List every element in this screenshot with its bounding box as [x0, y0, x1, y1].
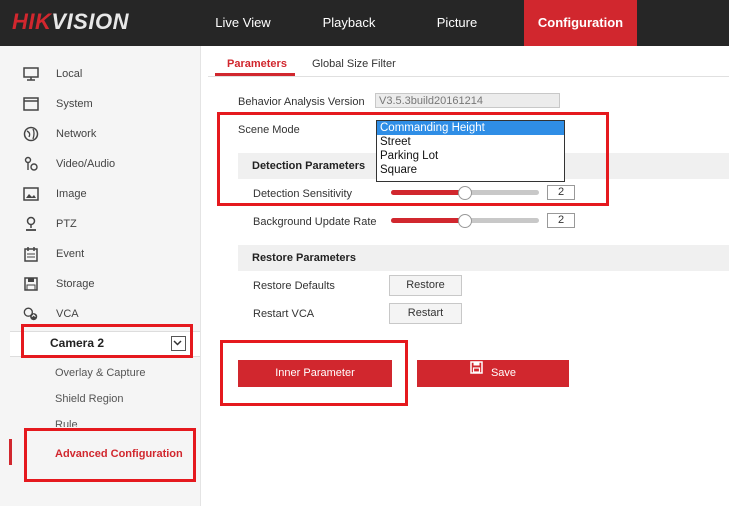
sensitivity-slider-knob[interactable]: [458, 186, 472, 200]
hikvision-logo: HIKVISION: [12, 9, 129, 34]
restore-defaults-label: Restore Defaults: [253, 280, 335, 292]
active-indicator: [9, 439, 12, 465]
version-label: Behavior Analysis Version: [238, 96, 365, 108]
sidebar-item-video-audio[interactable]: Video/Audio: [0, 150, 200, 178]
sidebar-item-local[interactable]: Local: [0, 60, 200, 88]
globe-icon: [23, 126, 39, 142]
sidebar-item-ptz[interactable]: PTZ: [0, 210, 200, 238]
video-audio-icon: [23, 156, 39, 172]
camera-select[interactable]: Camera 2: [10, 331, 200, 357]
sidebar-subitem-overlay-capture[interactable]: Overlay & Capture: [55, 367, 145, 379]
sidebar-item-label: VCA: [56, 308, 79, 320]
section-title: Detection Parameters: [252, 160, 366, 172]
bg-update-slider-knob[interactable]: [458, 214, 472, 228]
tab-global-size-filter[interactable]: Global Size Filter: [312, 58, 396, 70]
restore-parameters-section: Restore Parameters: [238, 245, 729, 271]
tab-parameters[interactable]: Parameters: [227, 58, 287, 70]
inner-parameter-button[interactable]: Inner Parameter: [238, 360, 392, 387]
sidebar-item-label: Local: [56, 68, 83, 80]
section-title: Restore Parameters: [252, 252, 356, 264]
sidebar-item-network[interactable]: Network: [0, 120, 200, 148]
restart-button[interactable]: Restart: [389, 303, 462, 324]
sidebar: Local System Network Video/Audio Image P…: [0, 46, 201, 506]
restart-vca-label: Restart VCA: [253, 308, 315, 320]
monitor-icon: [23, 66, 39, 82]
calendar-icon: [23, 246, 39, 262]
ptz-icon: [23, 216, 39, 232]
sidebar-item-label: System: [56, 98, 93, 110]
save-label: Save: [490, 367, 517, 379]
scene-option-commanding-height[interactable]: Commanding Height: [377, 121, 564, 135]
sidebar-item-label: PTZ: [56, 218, 77, 230]
sidebar-item-storage[interactable]: Storage: [0, 270, 200, 298]
sidebar-item-label: Storage: [56, 278, 95, 290]
nav-live-view[interactable]: Live View: [205, 0, 281, 46]
sidebar-item-image[interactable]: Image: [0, 180, 200, 208]
scene-mode-dropdown[interactable]: Commanding Height Street Parking Lot Squ…: [376, 120, 565, 182]
sidebar-item-label: Network: [56, 128, 97, 140]
save-icon: [470, 358, 483, 385]
scene-option-square[interactable]: Square: [377, 163, 564, 177]
chevron-down-icon[interactable]: [171, 336, 186, 351]
sidebar-subitem-shield-region[interactable]: Shield Region: [55, 393, 124, 405]
save-button[interactable]: Save: [417, 360, 569, 387]
sensitivity-value-input[interactable]: 2: [547, 185, 575, 200]
bg-update-label: Background Update Rate: [253, 216, 377, 228]
vca-icon: [23, 306, 39, 322]
sensitivity-slider-fill: [391, 190, 465, 195]
tabs-divider: [208, 76, 729, 77]
restore-button[interactable]: Restore: [389, 275, 462, 296]
sidebar-item-label: Event: [56, 248, 85, 260]
sidebar-item-vca[interactable]: VCA: [0, 300, 200, 328]
system-icon: [23, 96, 39, 112]
bg-update-slider-fill: [391, 218, 465, 223]
bg-update-value-input[interactable]: 2: [547, 213, 575, 228]
nav-picture[interactable]: Picture: [426, 0, 488, 46]
sidebar-subitem-rule[interactable]: Rule: [55, 419, 78, 427]
top-navigation-bar: HIKVISION Live View Playback Picture Con…: [0, 0, 729, 46]
nav-playback[interactable]: Playback: [313, 0, 385, 46]
scene-mode-label: Scene Mode: [238, 124, 300, 136]
sidebar-item-event[interactable]: Event: [0, 240, 200, 268]
version-field: V3.5.3build20161214: [375, 93, 560, 108]
sidebar-item-label: Video/Audio: [56, 158, 116, 170]
scene-option-street[interactable]: Street: [377, 135, 564, 149]
sidebar-item-label: Image: [56, 188, 87, 200]
camera-select-value: Camera 2: [50, 336, 105, 350]
sensitivity-label: Detection Sensitivity: [253, 188, 353, 200]
scene-option-parking-lot[interactable]: Parking Lot: [377, 149, 564, 163]
sidebar-subitem-advanced-configuration[interactable]: Advanced Configuration: [55, 448, 183, 460]
nav-configuration[interactable]: Configuration: [524, 0, 637, 46]
sidebar-item-system[interactable]: System: [0, 90, 200, 118]
storage-icon: [23, 276, 39, 292]
image-icon: [23, 186, 39, 202]
